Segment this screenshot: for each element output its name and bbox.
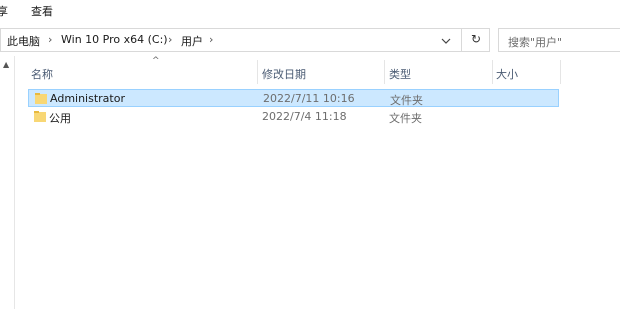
column-header-name[interactable]: 名称: [31, 66, 53, 82]
breadcrumb-separator-icon[interactable]: ›: [48, 33, 52, 46]
file-name: 公用: [49, 112, 71, 125]
menu-item-view[interactable]: 查看: [31, 3, 53, 19]
refresh-icon: ↻: [471, 32, 482, 46]
scroll-up-icon[interactable]: ▲: [3, 60, 9, 69]
column-header-size[interactable]: 大小: [496, 66, 518, 82]
breadcrumb-this-pc[interactable]: 此电脑: [7, 33, 40, 49]
file-modified: 2022/7/11 10:16: [263, 92, 355, 105]
search-input[interactable]: 搜索"用户": [498, 28, 620, 52]
breadcrumb-drive[interactable]: Win 10 Pro x64 (C:): [61, 33, 168, 46]
menu-item-share[interactable]: 享: [0, 3, 8, 19]
file-row[interactable]: Administrator 2022/7/11 10:16 文件夹: [28, 89, 559, 107]
file-modified: 2022/7/4 11:18: [262, 110, 347, 123]
breadcrumb-separator-icon[interactable]: ›: [209, 33, 213, 46]
column-divider[interactable]: [384, 60, 385, 84]
sort-ascending-icon: ^: [152, 56, 160, 66]
column-divider[interactable]: [492, 60, 493, 84]
chevron-down-icon[interactable]: [441, 36, 451, 46]
file-row[interactable]: 公用 2022/7/4 11:18 文件夹: [28, 108, 559, 126]
column-header-modified[interactable]: 修改日期: [262, 66, 306, 82]
breadcrumb-separator-icon[interactable]: ›: [168, 33, 172, 46]
file-name: Administrator: [50, 92, 125, 105]
address-bar[interactable]: 此电脑 › Win 10 Pro x64 (C:) › 用户 ›: [0, 28, 490, 52]
folder-icon: [35, 93, 47, 104]
column-header-row: ^ 名称 修改日期 类型 大小: [14, 56, 574, 84]
column-header-type[interactable]: 类型: [389, 66, 411, 82]
refresh-button[interactable]: ↻: [461, 28, 490, 52]
file-type: 文件夹: [390, 94, 423, 107]
column-divider[interactable]: [560, 60, 561, 84]
column-divider[interactable]: [257, 60, 258, 84]
file-type: 文件夹: [389, 112, 422, 125]
menu-bar: 享 查看: [0, 0, 620, 20]
navigation-pane[interactable]: ▲: [0, 56, 15, 309]
folder-icon: [34, 111, 46, 122]
search-placeholder: 搜索"用户": [508, 36, 563, 49]
breadcrumb-users[interactable]: 用户: [181, 33, 203, 49]
